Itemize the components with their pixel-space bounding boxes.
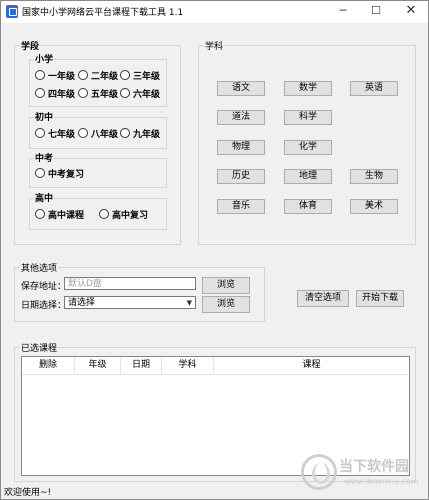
browse-date-button[interactable]: 浏览 — [202, 296, 250, 313]
subject-button-english[interactable]: 英语 — [350, 81, 398, 96]
watermark-url: www.downxia.com — [344, 477, 419, 486]
radio-circle — [78, 128, 88, 138]
radio-grade-6[interactable]: 六年级 — [120, 88, 160, 100]
radio-grade-7[interactable]: 七年级 — [35, 128, 75, 140]
radio-circle — [35, 128, 45, 138]
subject-button-morality[interactable]: 道法 — [217, 110, 265, 125]
radio-label: 高中复习 — [112, 211, 149, 221]
subject-button-pe[interactable]: 体育 — [284, 199, 332, 214]
radio-label: 八年级 — [91, 130, 119, 140]
zhongkao-label: 中考 — [34, 151, 55, 164]
radio-label: 四年级 — [48, 90, 76, 100]
radio-label: 三年级 — [133, 72, 161, 82]
browse-save-button[interactable]: 浏览 — [202, 277, 250, 294]
maximize-button[interactable]: ☐ — [361, 1, 391, 23]
column-header-grade[interactable]: 年级 — [75, 357, 121, 375]
save-path-label: 保存地址： — [20, 279, 68, 292]
primary-label: 小学 — [34, 52, 55, 65]
radio-circle — [35, 70, 45, 80]
subject-button-physics[interactable]: 物理 — [217, 140, 265, 155]
subject-button-history[interactable]: 历史 — [217, 169, 265, 184]
subject-button-art[interactable]: 美术 — [350, 199, 398, 214]
junior-label: 初中 — [34, 110, 55, 123]
subject-button-geography[interactable]: 地理 — [284, 169, 332, 184]
save-path-placeholder: 默认D盘 — [68, 279, 102, 289]
column-header-date[interactable]: 日期 — [121, 357, 162, 375]
subject-button-music[interactable]: 音乐 — [217, 199, 265, 214]
status-bar-text: 欢迎使用~! — [4, 488, 52, 498]
subject-button-chinese[interactable]: 语文 — [217, 81, 265, 96]
radio-circle — [35, 209, 45, 219]
radio-label: 五年级 — [91, 90, 119, 100]
minimize-button[interactable]: ─ — [328, 1, 358, 23]
radio-zhongkao-review[interactable]: 中考复习 — [35, 168, 84, 180]
start-download-button[interactable]: 开始下载 — [356, 290, 404, 307]
radio-circle — [78, 88, 88, 98]
chevron-down-icon: ▼ — [186, 299, 192, 307]
subject-button-math[interactable]: 数学 — [284, 81, 332, 96]
selected-courses-label: 已选课程 — [20, 341, 59, 354]
watermark-logo-icon — [301, 454, 337, 490]
column-header-subject[interactable]: 学科 — [162, 357, 214, 375]
radio-circle — [99, 209, 109, 219]
radio-grade-4[interactable]: 四年级 — [35, 88, 75, 100]
radio-senior-course[interactable]: 高中课程 — [35, 209, 84, 221]
watermark-text: 当下软件园 — [339, 459, 409, 475]
radio-grade-3[interactable]: 三年级 — [120, 70, 160, 82]
radio-circle — [120, 88, 130, 98]
radio-grade-8[interactable]: 八年级 — [78, 128, 118, 140]
subject-button-science[interactable]: 科学 — [284, 110, 332, 125]
window-title: 国家中小学网络云平台课程下载工具 1.1 — [22, 8, 184, 18]
subject-group-label: 学科 — [204, 39, 225, 52]
subject-button-chemistry[interactable]: 化学 — [284, 140, 332, 155]
radio-label: 六年级 — [133, 90, 161, 100]
radio-label: 七年级 — [48, 130, 76, 140]
column-header-delete[interactable]: 删除 — [22, 357, 75, 375]
close-button[interactable]: ✕ — [396, 1, 426, 23]
radio-grade-5[interactable]: 五年级 — [78, 88, 118, 100]
column-header-course[interactable]: 课程 — [214, 357, 409, 375]
stage-group-label: 学段 — [20, 39, 41, 52]
radio-circle — [120, 70, 130, 80]
radio-label: 二年级 — [91, 72, 119, 82]
date-select-value: 请选择 — [68, 298, 96, 308]
radio-grade-9[interactable]: 九年级 — [120, 128, 160, 140]
radio-label: 一年级 — [48, 72, 76, 82]
radio-senior-review[interactable]: 高中复习 — [99, 209, 148, 221]
radio-label: 九年级 — [133, 130, 161, 140]
radio-circle — [120, 128, 130, 138]
other-options-group — [14, 267, 265, 322]
senior-label: 高中 — [34, 191, 55, 204]
radio-label: 中考复习 — [48, 170, 85, 180]
save-path-input[interactable]: 默认D盘 — [64, 277, 196, 290]
radio-grade-2[interactable]: 二年级 — [78, 70, 118, 82]
radio-label: 高中课程 — [48, 211, 85, 221]
title-bar: 国家中小学网络云平台课程下载工具 1.1 ─ ☐ ✕ — [1, 1, 428, 23]
radio-circle — [35, 168, 45, 178]
radio-grade-1[interactable]: 一年级 — [35, 70, 75, 82]
radio-circle — [78, 70, 88, 80]
clear-options-button[interactable]: 清空选项 — [297, 290, 349, 307]
date-select[interactable]: 请选择 ▼ — [64, 296, 196, 309]
app-icon — [6, 5, 18, 18]
radio-circle — [35, 88, 45, 98]
date-select-label: 日期选择： — [20, 298, 68, 311]
app-window: 国家中小学网络云平台课程下载工具 1.1 ─ ☐ ✕ 学段 小学 一年级 二年级… — [0, 0, 429, 500]
other-options-label: 其他选项 — [20, 261, 59, 274]
subject-button-biology[interactable]: 生物 — [350, 169, 398, 184]
